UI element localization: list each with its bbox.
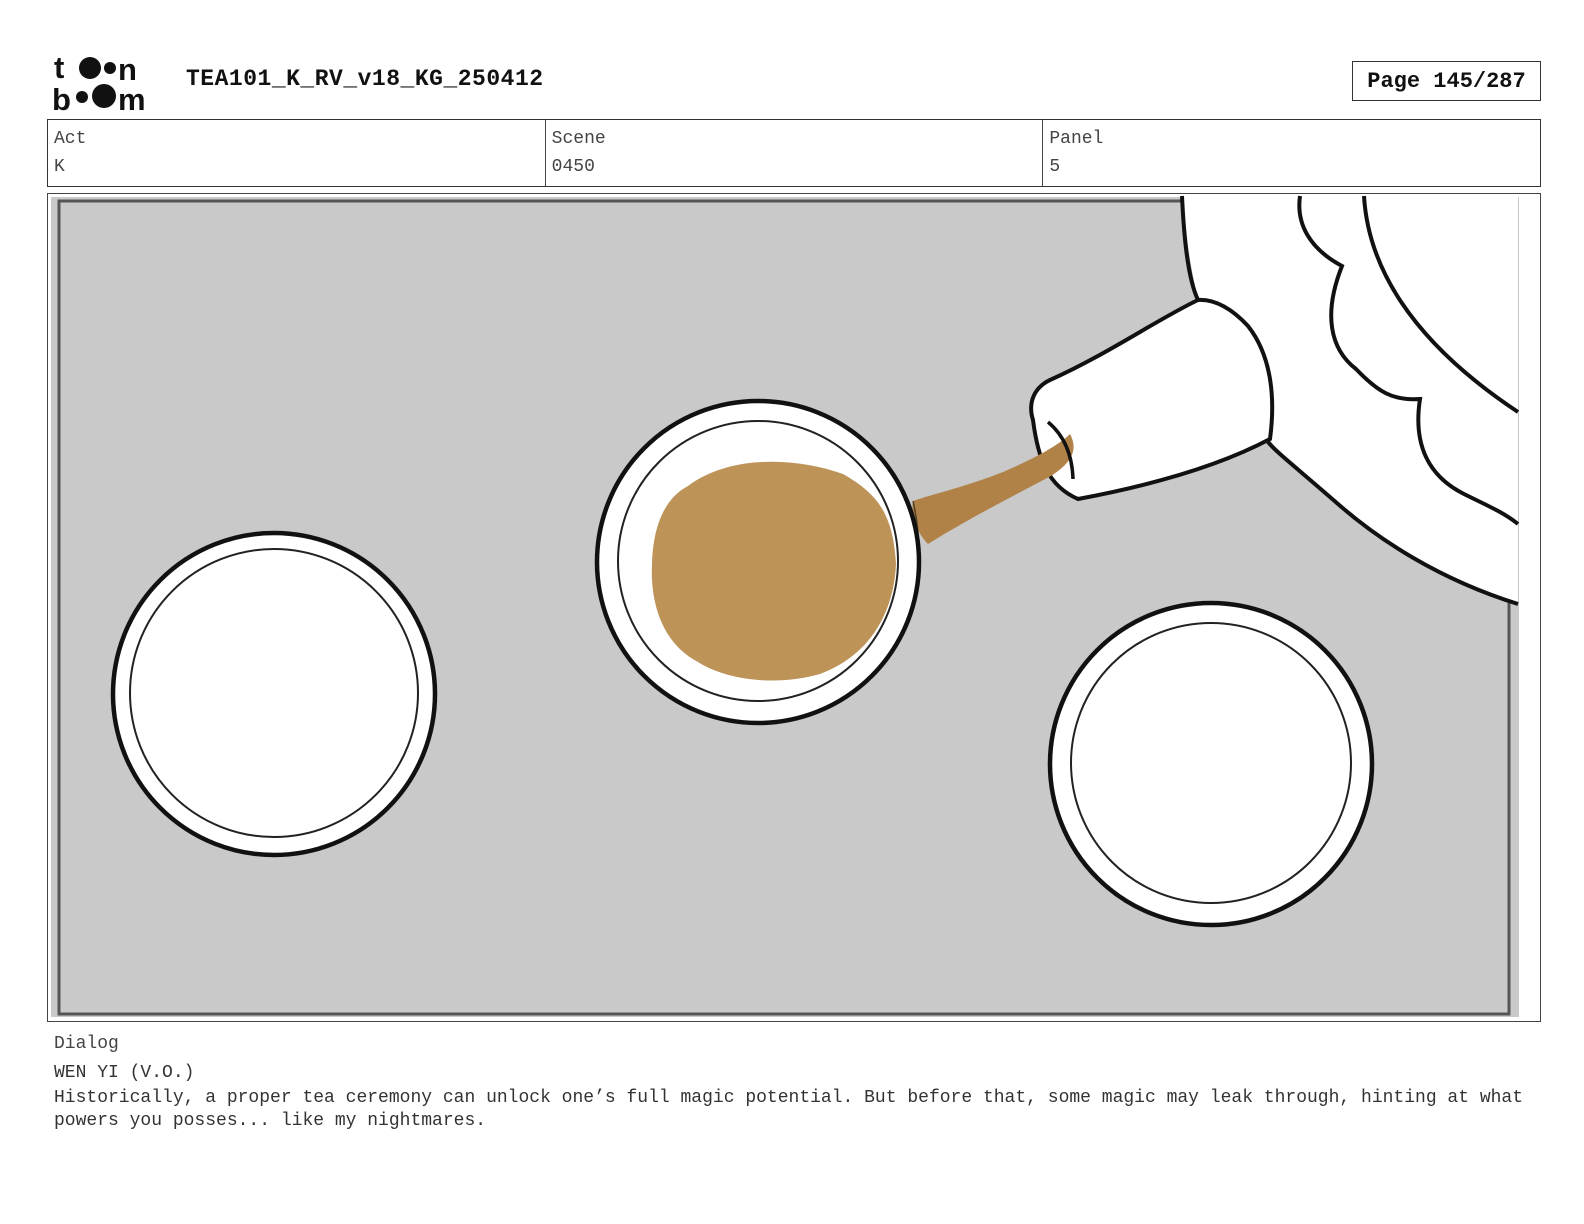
panel-value: 5 [1049, 157, 1061, 177]
teacup-left [110, 530, 438, 858]
dialog-text: Historically, a proper tea ceremony can … [54, 1088, 1524, 1131]
toonboom-logo-icon: t n b m [52, 52, 146, 112]
tea-in-cup [651, 461, 896, 681]
dialog-speaker: WEN YI (V.O.) [54, 1063, 195, 1083]
scene-label: Scene [551, 129, 606, 149]
dialog-label: Dialog [54, 1034, 119, 1054]
act-label: Act [54, 129, 87, 149]
act-value: K [54, 157, 65, 177]
panel-cell: Panel 5 [1043, 120, 1540, 186]
page-number: Page 145/287 [1352, 61, 1541, 101]
scene-value: 0450 [551, 157, 595, 177]
act-cell: Act K [48, 120, 546, 186]
svg-text:t: t [54, 52, 64, 85]
storyboard-panel [47, 193, 1541, 1022]
panel-label: Panel [1049, 129, 1104, 149]
scene-cell: Scene 0450 [546, 120, 1044, 186]
svg-text:b: b [52, 82, 71, 112]
info-table: Act K Scene 0450 Panel 5 [47, 119, 1541, 187]
panel-drawing [51, 195, 1520, 1017]
teacup-right [1047, 600, 1375, 928]
svg-text:m: m [118, 82, 146, 112]
teacup-center [594, 398, 922, 726]
document-title: TEA101_K_RV_v18_KG_250412 [186, 66, 544, 92]
